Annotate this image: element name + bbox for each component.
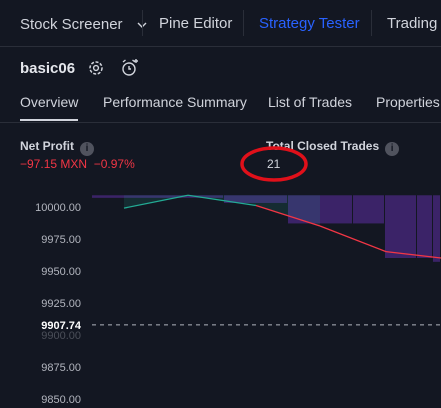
- tab-overview[interactable]: Overview: [20, 94, 79, 121]
- trading-panel-tab[interactable]: Trading P: [387, 15, 441, 32]
- tab-list-of-trades[interactable]: List of Trades: [268, 94, 352, 110]
- stock-screener-tab[interactable]: Stock Screener: [20, 15, 147, 33]
- total-closed-trades-label: Total Closed Trades i: [266, 139, 400, 156]
- y-tick-label: 9975.00: [41, 234, 81, 246]
- y-tick-label: 9925.00: [41, 298, 81, 310]
- drawdown-bar: [417, 195, 432, 258]
- info-icon[interactable]: i: [80, 142, 94, 156]
- net-profit-label: Net Profit i: [20, 139, 94, 156]
- y-tick-label: 9875.00: [41, 362, 81, 374]
- y-tick-label: 9900.00: [41, 330, 81, 342]
- drawdown-bar: [433, 195, 440, 262]
- net-profit-percent: −0.97%: [93, 157, 135, 171]
- strategy-tester-tab[interactable]: Strategy Tester: [259, 15, 360, 32]
- tab-properties[interactable]: Properties: [376, 94, 440, 110]
- drawdown-bar: [385, 195, 416, 258]
- y-axis-labels: 10000.009975.009950.009925.009907.749900…: [35, 202, 82, 406]
- net-profit-value: −97.15 MXN −0.97%: [20, 157, 135, 171]
- stock-screener-label: Stock Screener: [20, 16, 123, 33]
- net-profit-amount: −97.15 MXN: [20, 157, 88, 171]
- strategy-report-tabs: Overview Performance Summary List of Tra…: [0, 88, 441, 123]
- toolbar-divider: [371, 10, 372, 36]
- toolbar-divider: [142, 10, 143, 36]
- alarm-clock-add-icon[interactable]: [120, 58, 140, 78]
- drawdown-bar: [353, 195, 384, 224]
- equity-chart[interactable]: 10000.009975.009950.009925.009907.749900…: [0, 180, 441, 408]
- pine-editor-tab[interactable]: Pine Editor: [159, 15, 232, 32]
- bottom-panel-toolbar: Stock Screener Pine Editor Strategy Test…: [0, 0, 441, 47]
- info-icon[interactable]: i: [385, 142, 400, 156]
- total-closed-trades-value: 21: [267, 157, 281, 171]
- tab-performance-summary[interactable]: Performance Summary: [103, 94, 247, 110]
- net-profit-label-text: Net Profit: [20, 139, 74, 153]
- y-tick-label: 10000.00: [35, 202, 81, 214]
- y-tick-label: 9850.00: [41, 394, 81, 406]
- equity-line-segment: [319, 225, 387, 253]
- strategy-name[interactable]: basic06: [20, 60, 75, 77]
- total-closed-trades-label-text: Total Closed Trades: [266, 139, 380, 153]
- y-tick-label: 9950.00: [41, 266, 81, 278]
- settings-gear-icon[interactable]: [86, 58, 106, 78]
- toolbar-divider: [243, 10, 244, 36]
